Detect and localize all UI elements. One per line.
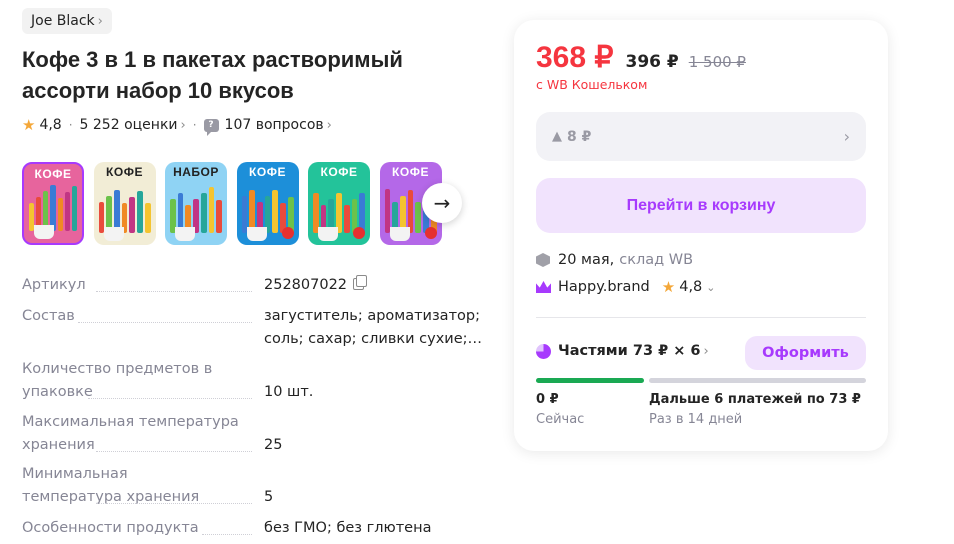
package-icon <box>536 253 550 267</box>
pay-now-label: Сейчас <box>536 412 585 427</box>
seller-name[interactable]: Happy.brand <box>558 279 650 295</box>
spec-name: Состав <box>22 308 75 324</box>
wallet-note: с WB Кошельком <box>536 77 648 92</box>
brand-link[interactable]: Joe Black › <box>22 8 112 34</box>
wallet-price: 368 ₽ <box>536 41 614 74</box>
badge-icon <box>281 227 294 239</box>
delivery-source: склад WB <box>619 252 694 268</box>
spec-value: загуститель; ароматизатор; соль; сахар; … <box>264 308 483 347</box>
badge-icon <box>424 227 437 239</box>
pay-later-label: Раз в 14 дней <box>649 412 743 427</box>
divider <box>536 317 866 318</box>
questions-link[interactable]: ? 107 вопросов › <box>203 117 332 136</box>
spec-name: Особенности продукта <box>22 520 199 536</box>
checkout-installments-button[interactable]: Оформить <box>745 336 866 370</box>
cup-image <box>34 225 54 239</box>
thumbnail-label: КОФЕ <box>249 165 286 179</box>
pay-later-amount: Дальше 6 платежей по 73 ₽ <box>649 392 861 407</box>
gallery-thumbnail[interactable]: КОФЕ <box>93 162 156 245</box>
old-price: 1 500 ₽ <box>688 53 746 71</box>
thumbnail-label: НАБОР <box>173 165 219 179</box>
cup-image <box>175 227 195 241</box>
gallery-thumbnails: КОФЕ КОФЕ НАБОР КОФЕ КОФЕ КОФЕ <box>22 162 462 246</box>
crown-icon <box>536 281 551 293</box>
seller-rating: 4,8 <box>679 279 703 295</box>
separator-dot: · <box>192 118 197 132</box>
article-number[interactable]: 252807022 <box>264 277 347 293</box>
buy-card: 368 ₽ 396 ₽ 1 500 ₽ с WB Кошельком ▲ 8 ₽… <box>514 20 888 451</box>
installments-link[interactable]: Частями 73 ₽ × 6 › <box>536 343 709 359</box>
spec-leader <box>202 534 252 535</box>
thumbnail-label: КОФЕ <box>106 165 143 179</box>
star-icon: ★ <box>661 278 676 296</box>
reviews-link[interactable]: 5 252 оценки › <box>80 117 186 133</box>
copy-icon[interactable] <box>353 275 368 290</box>
brand-name: Joe Black <box>31 13 95 29</box>
badge-icon <box>353 227 365 239</box>
gallery-thumbnail[interactable]: КОФЕ <box>308 162 370 245</box>
gallery-next-button[interactable]: → <box>422 183 462 223</box>
delivery-date: 20 мая, <box>558 252 615 268</box>
spec-leader <box>96 503 252 504</box>
thumbnail-label: КОФЕ <box>392 165 429 179</box>
pie-chart-icon <box>536 343 551 359</box>
spec-leader <box>96 291 252 292</box>
chevron-right-icon: › <box>843 127 850 146</box>
cup-image <box>103 227 124 241</box>
go-to-cart-button[interactable]: Перейти в корзину <box>536 178 866 233</box>
seller-info[interactable]: Happy.brand ★ 4,8 ⌄ <box>536 278 716 296</box>
cup-image <box>246 227 267 241</box>
questions-count: 107 вопросов <box>224 117 324 133</box>
spec-name: Артикул <box>22 277 86 293</box>
spec-value: 5 <box>264 489 274 505</box>
gallery-thumbnail[interactable]: КОФЕ <box>236 162 299 245</box>
reviews-count: 5 252 оценки <box>79 117 178 133</box>
triangle-up-icon: ▲ <box>552 129 562 144</box>
pay-now-amount: 0 ₽ <box>536 392 559 407</box>
question-bubble-icon: ? <box>203 118 219 136</box>
price-drop-box[interactable]: ▲ 8 ₽ › <box>536 112 866 161</box>
chevron-right-icon: › <box>180 118 186 133</box>
spec-value: 10 шт. <box>264 384 314 400</box>
chevron-right-icon: › <box>97 13 103 29</box>
cup-image <box>318 227 338 241</box>
thumbnail-label: КОФЕ <box>320 165 358 179</box>
separator-dot: · <box>68 118 73 132</box>
spec-leader <box>96 451 252 452</box>
cup-image <box>389 227 410 241</box>
gallery-thumbnail[interactable]: НАБОР <box>165 162 227 245</box>
spec-value: 25 <box>264 437 283 453</box>
progress-later <box>649 378 866 383</box>
progress-now <box>536 378 644 383</box>
spec-value: 252807022 <box>264 274 492 297</box>
rating-value: 4,8 <box>39 117 62 133</box>
spec-leader <box>78 322 252 323</box>
spec-leader <box>88 398 252 399</box>
regular-price: 396 ₽ <box>625 52 679 72</box>
installments-text: Частями 73 ₽ × 6 <box>558 343 701 359</box>
thumbnail-label: КОФЕ <box>34 167 72 181</box>
delivery-info: 20 мая, склад WB <box>536 252 693 268</box>
star-icon: ★ <box>22 116 36 134</box>
price-row: 368 ₽ 396 ₽ 1 500 ₽ <box>536 40 746 75</box>
gallery-thumbnail[interactable]: КОФЕ <box>22 162 84 245</box>
arrow-right-icon: → <box>433 191 451 215</box>
chevron-right-icon: › <box>703 343 709 359</box>
rating-row: ★ 4,8 · 5 252 оценки › · ? 107 вопросов › <box>22 115 332 136</box>
product-title: Кофе 3 в 1 в пакетах растворимый ассорти… <box>22 47 403 103</box>
chevron-down-icon: ⌄ <box>706 280 716 294</box>
chevron-right-icon: › <box>326 117 332 133</box>
price-drop-value: 8 ₽ <box>567 128 592 145</box>
spec-value: без ГМО; без глютена <box>264 520 432 536</box>
